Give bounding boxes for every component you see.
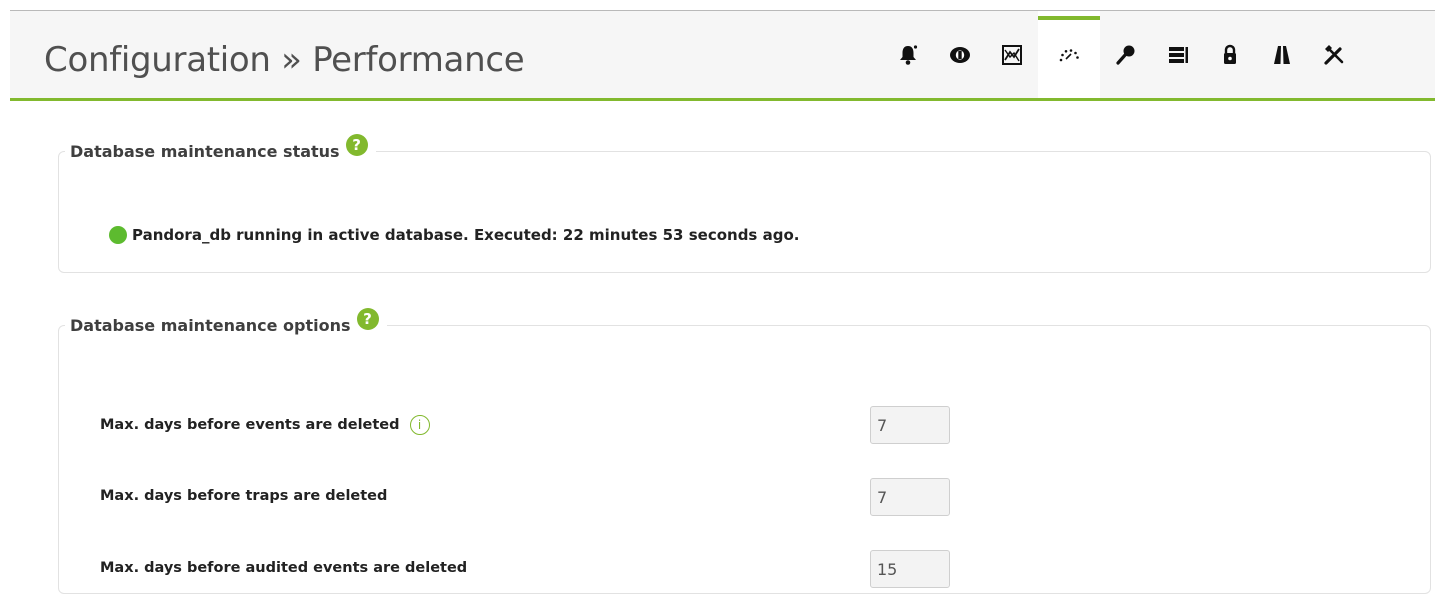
tab-security[interactable] — [1204, 11, 1256, 98]
tab-alerts[interactable] — [882, 11, 934, 98]
events-days-input[interactable] — [870, 406, 950, 444]
traps-days-label: Max. days before traps are deleted — [100, 488, 388, 504]
page-title: Configuration » Performance — [44, 40, 525, 80]
gauge-icon — [1059, 48, 1079, 61]
tab-auth[interactable] — [1100, 11, 1152, 98]
status-ok-icon — [109, 226, 127, 244]
list-icon — [1169, 46, 1188, 63]
tools-icon — [1324, 44, 1344, 65]
tab-performance[interactable] — [1038, 11, 1100, 98]
tab-setup[interactable] — [1308, 11, 1360, 98]
key-icon — [1116, 45, 1135, 65]
tab-visual-styles[interactable] — [1256, 11, 1308, 98]
lock-icon — [1224, 44, 1236, 64]
status-message: Pandora_db running in active database. E… — [109, 226, 799, 244]
audited-events-days-label: Max. days before audited events are dele… — [100, 560, 468, 576]
chart-icon — [1002, 44, 1022, 65]
tab-visual[interactable] — [934, 11, 986, 98]
events-days-label: Max. days before events are deleted i — [100, 415, 430, 435]
maintenance-status-section: Database maintenance status ? Pandora_db… — [58, 134, 1431, 273]
status-text: Pandora_db running in active database. E… — [132, 226, 800, 244]
help-icon[interactable]: ? — [356, 308, 379, 330]
header-accent-line — [10, 98, 1435, 101]
eye-icon — [950, 46, 970, 63]
events-days-label-text: Max. days before events are deleted — [100, 417, 400, 433]
road-icon — [1274, 45, 1290, 64]
maintenance-status-title: Database maintenance status — [70, 141, 340, 161]
audited-events-days-input[interactable] — [870, 550, 950, 588]
header-tabs — [882, 11, 1360, 98]
tab-charts[interactable] — [986, 11, 1038, 98]
info-icon[interactable]: i — [409, 415, 430, 435]
maintenance-options-title: Database maintenance options — [70, 315, 351, 335]
maintenance-options-legend: Database maintenance options ? — [65, 308, 387, 336]
help-icon[interactable]: ? — [345, 134, 368, 156]
maintenance-status-legend: Database maintenance status ? — [65, 134, 376, 162]
bell-icon — [900, 44, 918, 65]
maintenance-options-section: Database maintenance options ? Max. days… — [58, 308, 1431, 594]
tab-database[interactable] — [1152, 11, 1204, 98]
traps-days-input[interactable] — [870, 478, 950, 516]
